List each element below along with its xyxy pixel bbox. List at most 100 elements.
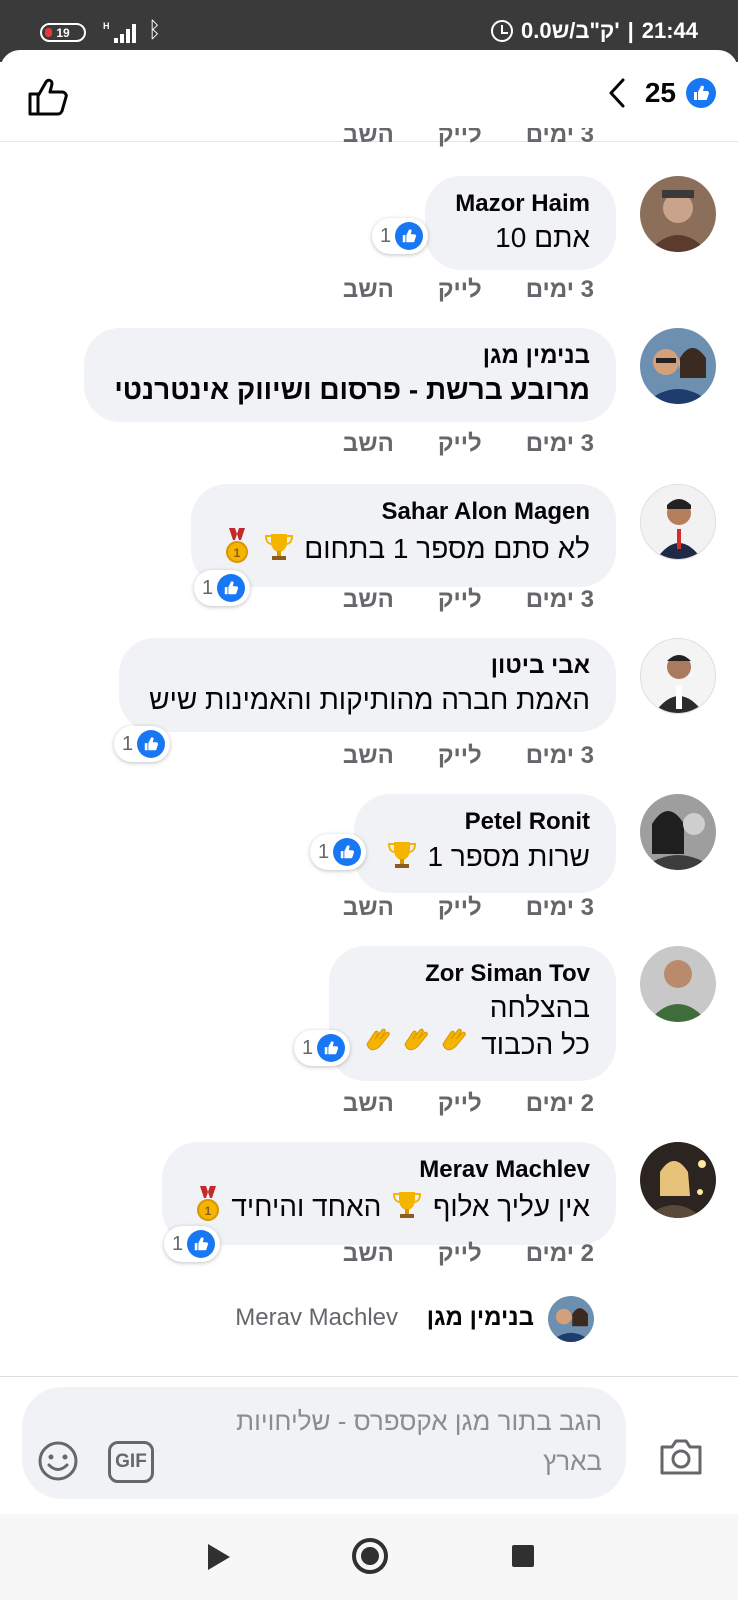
comment-author[interactable]: בנימין מגן — [114, 340, 590, 372]
like-action[interactable]: לייק — [438, 128, 482, 150]
avatar[interactable] — [640, 794, 716, 870]
like-badge-icon — [187, 1230, 216, 1258]
comment-text: אתם 10 — [495, 222, 590, 253]
time-label: 3 ימים — [525, 894, 594, 921]
medal-icon: 1 — [223, 528, 251, 573]
recents-icon[interactable] — [512, 1545, 534, 1567]
comment-bubble[interactable]: בנימין מגן מרובע ברשת - פרסום ושיווק אינ… — [84, 328, 616, 422]
comment-text-content: שרות מספר 1 — [427, 840, 590, 872]
comment-bubble[interactable]: Mazor Haim אתם 10 — [425, 176, 616, 270]
reply-preview[interactable]: בנימין מגן Merav Machlev — [0, 1296, 738, 1346]
avatar[interactable] — [640, 176, 716, 252]
camera-icon[interactable] — [658, 1437, 704, 1477]
like-action[interactable]: לייק — [438, 586, 482, 614]
avatar[interactable] — [640, 946, 716, 1022]
comment-bubble[interactable]: Zor Siman Tov בהצלחה כל הכבוד — [329, 946, 616, 1081]
comment-actions: 3 ימים לייק השב — [343, 586, 594, 614]
reaction-count[interactable]: 1 — [164, 1226, 220, 1262]
avatar[interactable] — [640, 484, 716, 560]
home-icon[interactable] — [352, 1538, 388, 1574]
reaction-count[interactable]: 1 — [114, 726, 170, 762]
comment-text: מרובע ברשת - פרסום ושיווק אינטרנטי — [114, 374, 590, 405]
reply-action[interactable]: השב — [343, 276, 394, 304]
reply-action[interactable]: השב — [343, 128, 394, 150]
comment-author[interactable]: Sahar Alon Magen — [221, 496, 590, 528]
status-right: 0.0ק"ב/ש' | 21:44 — [491, 18, 698, 44]
comment-text: שרות מספר 1 — [384, 838, 590, 879]
network-type: H — [103, 21, 110, 31]
comment-bubble[interactable]: Merav Machlev אין עליך אלוף האחד והיחיד … — [161, 1142, 616, 1245]
like-action[interactable]: לייק — [438, 894, 482, 922]
chevron-left-icon[interactable] — [601, 76, 635, 110]
reply-action[interactable]: השב — [343, 742, 394, 770]
replying-to: Merav Machlev — [235, 1304, 398, 1331]
gif-button[interactable]: GIF — [108, 1441, 154, 1483]
back-icon[interactable] — [208, 1544, 230, 1570]
bluetooth-icon: ᛒ — [148, 18, 162, 43]
emoji-icon[interactable] — [36, 1439, 80, 1483]
comment-bubble[interactable]: אבי ביטון האמת חברה מהותיקות והאמינות שי… — [119, 638, 616, 732]
comment-text: האמת חברה מהותיקות והאמינות שיש — [149, 684, 590, 715]
battery-level: 19 — [56, 25, 70, 40]
avatar[interactable] — [640, 638, 716, 714]
reaction-count[interactable]: 1 — [372, 218, 428, 254]
comment-actions: 3 ימים לייק השב — [343, 894, 594, 922]
comment-text: לא סתם מספר 1 בתחום 1 — [221, 528, 590, 573]
comment-input[interactable]: הגב בתור מגן אקספרס - שליחויות בארץ GIF — [22, 1387, 626, 1499]
comment-actions: 2 ימים לייק השב — [343, 1240, 594, 1268]
comment-author[interactable]: אבי ביטון — [149, 650, 590, 682]
like-action[interactable]: לייק — [438, 276, 482, 304]
time-label: 3 ימים — [525, 430, 594, 457]
comment-author[interactable]: Mazor Haim — [455, 188, 590, 220]
input-placeholder: הגב בתור מגן אקספרס - שליחויות בארץ — [236, 1406, 602, 1476]
clapping-hands-icon — [399, 1026, 433, 1067]
comment-composer: הגב בתור מגן אקספרס - שליחויות בארץ GIF — [0, 1376, 738, 1514]
comment-text: כל הכבוד — [359, 1026, 590, 1067]
time-label: 3 ימים — [525, 742, 594, 769]
reply-action[interactable]: השב — [343, 894, 394, 922]
time-label: 2 ימים — [525, 1090, 594, 1117]
data-rate: 0.0ק"ב/ש' — [521, 18, 620, 43]
comment-bubble[interactable]: Petel Ronit שרות מספר 1 — [353, 794, 616, 893]
like-action[interactable]: לייק — [438, 1240, 482, 1268]
like-count: 25 — [644, 77, 676, 108]
comment-author[interactable]: Merav Machlev — [192, 1154, 590, 1186]
comment-text: בהצלחה — [489, 992, 590, 1023]
battery-indicator: 19 — [40, 23, 86, 42]
comment-author[interactable]: Petel Ronit — [384, 806, 590, 838]
svg-text:1: 1 — [233, 546, 240, 560]
reply-action[interactable]: השב — [343, 1090, 394, 1118]
like-badge-icon — [395, 222, 424, 250]
trophy-icon — [386, 838, 418, 879]
comment-text: אין עליך אלוף האחד והיחיד 1 — [192, 1186, 590, 1231]
reaction-count[interactable]: 1 — [310, 834, 366, 870]
thumbs-up-outline-icon[interactable] — [26, 74, 70, 118]
alarm-icon — [491, 20, 513, 42]
like-summary[interactable]: 25 — [601, 76, 716, 110]
reaction-number: 1 — [380, 224, 392, 247]
comment-actions: 2 ימים לייק השב — [343, 1090, 594, 1118]
reply-action[interactable]: השב — [343, 1240, 394, 1268]
reaction-count[interactable]: 1 — [294, 1030, 350, 1066]
clapping-hands-icon — [437, 1026, 471, 1067]
comment-actions: 3 ימים לייק השב — [343, 742, 594, 770]
avatar[interactable] — [640, 328, 716, 404]
reaction-number: 1 — [302, 1036, 314, 1059]
like-action[interactable]: לייק — [438, 1090, 482, 1118]
avatar[interactable] — [640, 1142, 716, 1218]
comment-bubble[interactable]: Sahar Alon Magen לא סתם מספר 1 בתחום 1 — [190, 484, 616, 587]
signal-icon: H — [103, 21, 136, 43]
svg-text:1: 1 — [204, 1204, 211, 1218]
like-action[interactable]: לייק — [438, 430, 482, 458]
like-badge-icon — [686, 78, 716, 108]
trophy-icon — [391, 1188, 423, 1229]
like-action[interactable]: לייק — [438, 742, 482, 770]
reply-action[interactable]: השב — [343, 430, 394, 458]
comment-author[interactable]: Zor Siman Tov — [359, 958, 590, 990]
comment-actions: 3 ימים לייק השב — [343, 276, 594, 304]
reaction-count[interactable]: 1 — [194, 570, 250, 606]
time-label: 2 ימים — [525, 1240, 594, 1267]
reaction-number: 1 — [202, 576, 214, 599]
reply-action[interactable]: השב — [343, 586, 394, 614]
reaction-number: 1 — [318, 840, 330, 863]
